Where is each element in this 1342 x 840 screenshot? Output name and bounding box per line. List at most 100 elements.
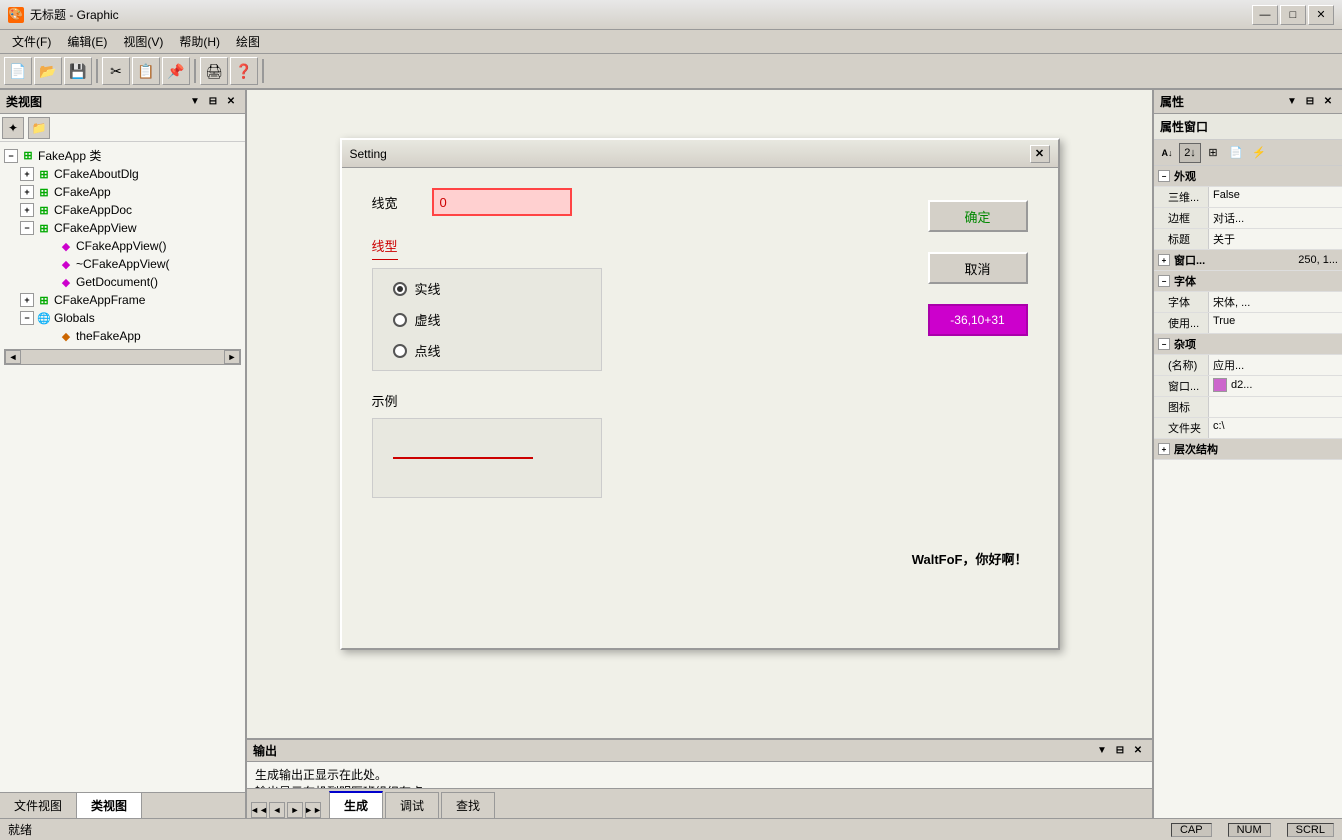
prop-border-value[interactable]: 对话... (1209, 208, 1342, 228)
toolbar-copy[interactable]: 📋 (132, 57, 160, 85)
tree-node-thefakeapp[interactable]: ◆ theFakeApp (4, 327, 241, 345)
root-icon: ⊞ (20, 148, 36, 164)
tree-node-appview[interactable]: − ⊞ CFakeAppView (4, 219, 241, 237)
tree-btn-folder[interactable]: 📁 (28, 117, 50, 139)
menu-edit[interactable]: 编辑(E) (59, 31, 115, 52)
maximize-button[interactable]: □ (1280, 5, 1306, 25)
tree-btn-magic[interactable]: ✦ (2, 117, 24, 139)
prop-winid-value[interactable]: d2... (1209, 376, 1342, 394)
ok-button[interactable]: 确定 (928, 200, 1028, 232)
appframe-label: CFakeAppFrame (54, 293, 145, 307)
panel-header-icons: ▼ ⊟ ✕ (187, 94, 239, 110)
tab-find[interactable]: 查找 (441, 792, 495, 818)
dialog-close-button[interactable]: ✕ (1030, 145, 1050, 163)
cat-hierarchy: + 层次结构 (1154, 439, 1342, 460)
aboutdlg-expand[interactable]: + (20, 167, 34, 181)
panel-dock-icon[interactable]: ⊟ (205, 94, 221, 110)
nav-prev[interactable]: ◄ (269, 802, 285, 818)
misc-expand[interactable]: − (1158, 338, 1170, 350)
tree-node-getdoc[interactable]: ◆ GetDocument() (4, 273, 241, 291)
right-dock-icon[interactable]: ⊟ (1302, 94, 1318, 110)
tree-node-appdoc[interactable]: + ⊞ CFakeAppDoc (4, 201, 241, 219)
appview-label: CFakeAppView (54, 221, 137, 235)
dialog-overlay: Setting ✕ 线宽 线型 (247, 90, 1152, 738)
tree-root[interactable]: − ⊞ FakeApp 类 (4, 146, 241, 165)
prop-tool-sort[interactable]: 2↓ (1179, 143, 1201, 163)
radio-dashed-input[interactable] (393, 313, 407, 327)
tab-file-view[interactable]: 文件视图 (0, 793, 77, 818)
h-scrollbar[interactable]: ◄ ► (4, 349, 241, 365)
tree-node-appview-dtor[interactable]: ◆ ~CFakeAppView( (4, 255, 241, 273)
appearance-expand[interactable]: − (1158, 170, 1170, 182)
tree-node-appframe[interactable]: + ⊞ CFakeAppFrame (4, 291, 241, 309)
panel-pin-icon[interactable]: ▼ (187, 94, 203, 110)
right-pin-icon[interactable]: ▼ (1284, 94, 1300, 110)
fakeapp-expand[interactable]: + (20, 185, 34, 199)
appview-expand[interactable]: − (20, 221, 34, 235)
toolbar-help[interactable]: ❓ (230, 57, 258, 85)
nav-next[interactable]: ► (287, 802, 303, 818)
title-bar-buttons: — □ ✕ (1252, 5, 1334, 25)
winpos-expand[interactable]: + (1158, 254, 1170, 266)
toolbar-save[interactable]: 💾 (64, 57, 92, 85)
hierarchy-expand[interactable]: + (1158, 443, 1170, 455)
toolbar-new[interactable]: 📄 (4, 57, 32, 85)
tree-node-globals[interactable]: − 🌐 Globals (4, 309, 241, 327)
tab-class-view[interactable]: 类视图 (77, 793, 142, 818)
menu-help[interactable]: 帮助(H) (171, 31, 228, 52)
purple-button[interactable]: -36,10+31 (928, 304, 1028, 336)
tab-build[interactable]: 生成 (329, 791, 383, 818)
menu-view[interactable]: 视图(V) (115, 31, 171, 52)
toolbar-cut[interactable]: ✂ (102, 57, 130, 85)
line-width-input[interactable] (432, 188, 572, 216)
output-close-icon[interactable]: ✕ (1130, 743, 1146, 759)
cancel-button[interactable]: 取消 (928, 252, 1028, 284)
font-expand[interactable]: − (1158, 275, 1170, 287)
radio-dotted-input[interactable] (393, 344, 407, 358)
menu-draw[interactable]: 绘图 (228, 31, 268, 52)
prop-title-value[interactable]: 关于 (1209, 229, 1342, 249)
right-close-icon[interactable]: ✕ (1320, 94, 1336, 110)
globals-expand[interactable]: − (20, 311, 34, 325)
dialog-title-text: Setting (350, 147, 1030, 161)
panel-close-icon[interactable]: ✕ (223, 94, 239, 110)
output-dock-icon[interactable]: ⊟ (1112, 743, 1128, 759)
prop-fontname-value[interactable]: 宋体, ... (1209, 292, 1342, 312)
prop-icon-value[interactable] (1209, 397, 1342, 401)
output-pin-icon[interactable]: ▼ (1094, 743, 1110, 759)
nav-first[interactable]: ◄◄ (251, 802, 267, 818)
tree-node-appview-ctor[interactable]: ◆ CFakeAppView() (4, 237, 241, 255)
nav-last[interactable]: ►► (305, 802, 321, 818)
prop-tool-lightning[interactable]: ⚡ (1248, 143, 1270, 163)
scroll-left-btn[interactable]: ◄ (5, 350, 21, 364)
radio-solid[interactable]: 实线 (393, 279, 581, 298)
dialog-right-buttons: 确定 取消 -36,10+31 (928, 200, 1028, 336)
close-button[interactable]: ✕ (1308, 5, 1334, 25)
content-area: 类视图 ▼ ⊟ ✕ ✦ 📁 − ⊞ FakeApp 类 (0, 90, 1342, 818)
prop-folder-value[interactable]: c:\ (1209, 418, 1342, 434)
tab-debug[interactable]: 调试 (385, 792, 439, 818)
status-right: CAP NUM SCRL (1171, 823, 1334, 837)
toolbar-open[interactable]: 📂 (34, 57, 62, 85)
minimize-button[interactable]: — (1252, 5, 1278, 25)
radio-solid-input[interactable] (393, 282, 407, 296)
prop-fontuse-value[interactable]: True (1209, 313, 1342, 329)
toolbar-paste[interactable]: 📌 (162, 57, 190, 85)
prop-tool-abc[interactable]: A↓ (1156, 143, 1178, 163)
app-window: 🎨 无标题 - Graphic — □ ✕ 文件(F) 编辑(E) 视图(V) … (0, 0, 1342, 840)
radio-dashed[interactable]: 虚线 (393, 310, 581, 329)
prop-tool-grid[interactable]: ⊞ (1202, 143, 1224, 163)
prop-3d-value[interactable]: False (1209, 187, 1342, 203)
toolbar-print[interactable]: 🖨 (200, 57, 228, 85)
root-expand[interactable]: − (4, 149, 18, 163)
tree-node-aboutdlg[interactable]: + ⊞ CFakeAboutDlg (4, 165, 241, 183)
radio-dotted[interactable]: 点线 (393, 341, 581, 360)
menu-file[interactable]: 文件(F) (4, 31, 59, 52)
appdoc-expand[interactable]: + (20, 203, 34, 217)
scroll-right-btn[interactable]: ► (224, 350, 240, 364)
appframe-expand[interactable]: + (20, 293, 34, 307)
prop-tool-pages[interactable]: 📄 (1225, 143, 1247, 163)
status-scrl: SCRL (1287, 823, 1334, 837)
tree-node-fakeapp[interactable]: + ⊞ CFakeApp (4, 183, 241, 201)
prop-name-value[interactable]: 应用... (1209, 355, 1342, 375)
